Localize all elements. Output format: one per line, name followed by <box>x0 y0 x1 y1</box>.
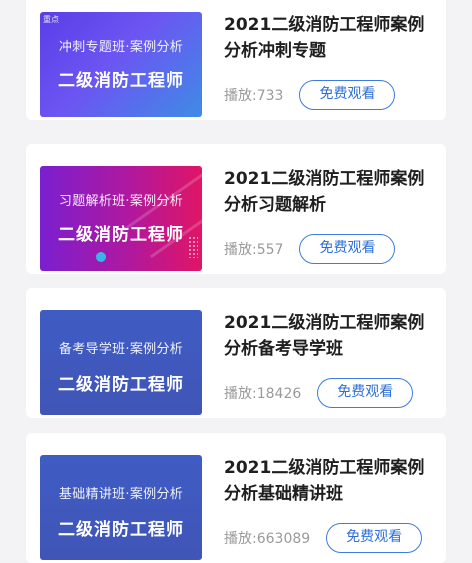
play-count: 播放:557 <box>224 242 284 258</box>
free-watch-button[interactable]: 免费观看 <box>299 234 396 264</box>
course-card[interactable]: 备考导学班·案例分析 二级消防工程师 2021二级消防工程师案例分析备考导学班 … <box>26 288 446 418</box>
course-title[interactable]: 2021二级消防工程师案例分析冲刺专题 <box>224 12 440 64</box>
free-watch-button[interactable]: 免费观看 <box>317 378 414 408</box>
decorative-dot-grid <box>188 236 198 258</box>
free-watch-button[interactable]: 免费观看 <box>299 80 396 110</box>
thumbnail-title: 二级消防工程师 <box>58 520 184 540</box>
play-count: 播放:733 <box>224 88 284 104</box>
thumbnail-subtitle: 冲刺专题班·案例分析 <box>58 40 184 55</box>
course-card[interactable]: 习题解析班·案例分析 二级消防工程师 2021二级消防工程师案例分析习题解析 播… <box>26 144 446 274</box>
thumbnail-title: 二级消防工程师 <box>58 375 184 395</box>
course-meta: 播放:557 免费观看 <box>224 234 396 264</box>
play-count: 播放:663089 <box>224 531 311 547</box>
course-thumbnail[interactable]: 习题解析班·案例分析 二级消防工程师 <box>40 166 202 271</box>
course-thumbnail[interactable]: 重点 冲刺专题班·案例分析 二级消防工程师 <box>40 12 202 117</box>
course-title[interactable]: 2021二级消防工程师案例分析习题解析 <box>224 166 440 218</box>
course-meta: 播放:733 免费观看 <box>224 80 396 110</box>
play-count: 播放:18426 <box>224 386 302 402</box>
thumbnail-title: 二级消防工程师 <box>58 225 184 245</box>
thumbnail-subtitle: 基础精讲班·案例分析 <box>58 487 184 502</box>
thumbnail-title: 二级消防工程师 <box>58 71 184 91</box>
thumbnail-badge: 重点 <box>43 15 59 24</box>
course-title[interactable]: 2021二级消防工程师案例分析基础精讲班 <box>224 455 440 507</box>
course-meta: 播放:663089 免费观看 <box>224 523 423 553</box>
course-card[interactable]: 重点 冲刺专题班·案例分析 二级消防工程师 2021二级消防工程师案例分析冲刺专… <box>26 0 446 120</box>
thumbnail-subtitle: 备考导学班·案例分析 <box>58 342 184 357</box>
course-thumbnail[interactable]: 基础精讲班·案例分析 二级消防工程师 <box>40 455 202 560</box>
thumbnail-subtitle: 习题解析班·案例分析 <box>58 194 184 209</box>
course-title[interactable]: 2021二级消防工程师案例分析备考导学班 <box>224 310 440 362</box>
course-thumbnail[interactable]: 备考导学班·案例分析 二级消防工程师 <box>40 310 202 415</box>
free-watch-button[interactable]: 免费观看 <box>326 523 423 553</box>
course-meta: 播放:18426 免费观看 <box>224 378 414 408</box>
course-list: 重点 冲刺专题班·案例分析 二级消防工程师 2021二级消防工程师案例分析冲刺专… <box>0 0 472 563</box>
decorative-dot <box>96 252 106 262</box>
course-card[interactable]: 基础精讲班·案例分析 二级消防工程师 2021二级消防工程师案例分析基础精讲班 … <box>26 433 446 563</box>
